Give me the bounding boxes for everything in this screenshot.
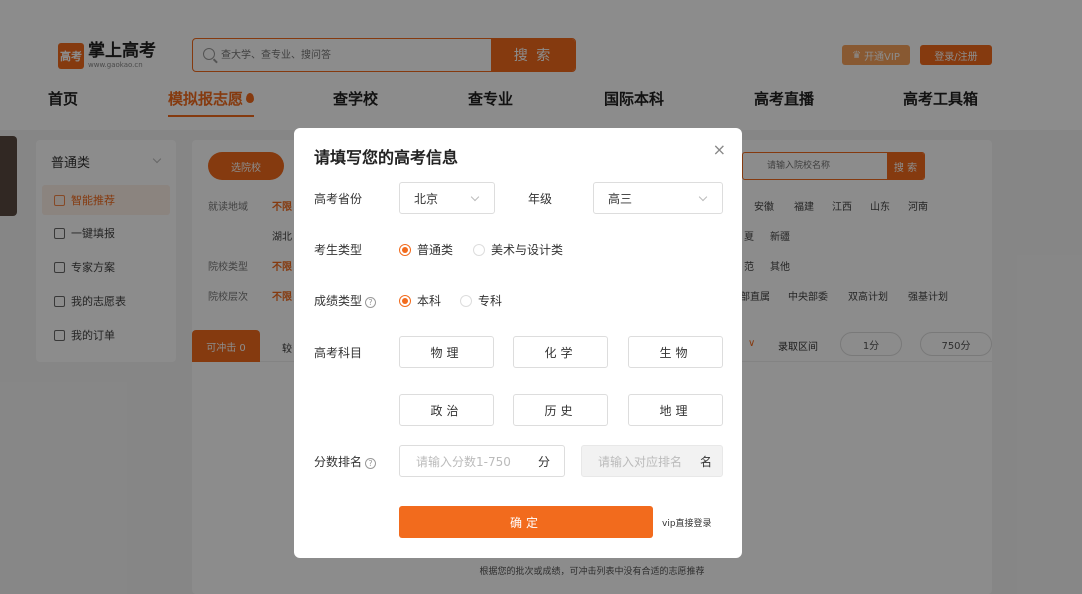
radio-label: 专科 (478, 294, 503, 308)
radio-checked-icon (399, 243, 411, 256)
province-value: 北京 (414, 191, 439, 206)
radio-label: 本科 (417, 294, 442, 308)
subject-biology[interactable]: 生物 (628, 336, 723, 368)
help-icon[interactable]: ? (365, 458, 377, 469)
student-type-radio-art[interactable]: 美术与设计类 (473, 241, 563, 258)
province-label: 高考省份 (314, 192, 363, 206)
modal-title: 请填写您的高考信息 (314, 148, 459, 167)
subject-chemistry[interactable]: 化学 (513, 336, 608, 368)
subjects-label: 高考科目 (314, 346, 363, 360)
radio-label: 美术与设计类 (491, 243, 564, 257)
vip-login-link[interactable]: vip直接登录 (662, 516, 712, 529)
subject-history[interactable]: 历史 (513, 394, 608, 426)
score-placeholder: 请输入分数1-750 (416, 454, 511, 469)
rank-input[interactable]: 请输入对应排名 名 (581, 445, 723, 477)
score-type-radio-bachelor[interactable]: 本科 (399, 292, 441, 309)
score-type-label-text: 成绩类型 (314, 294, 363, 308)
chevron-down-icon (698, 192, 708, 202)
chevron-down-icon (470, 192, 480, 202)
radio-checked-icon (399, 294, 411, 307)
rank-label-text: 分数排名 (314, 455, 363, 469)
subject-physics[interactable]: 物理 (399, 336, 494, 368)
close-icon[interactable]: × (713, 140, 726, 159)
radio-label: 普通类 (417, 243, 454, 257)
grade-value: 高三 (608, 191, 633, 206)
student-type-radio-normal[interactable]: 普通类 (399, 241, 453, 258)
radio-unchecked-icon (473, 243, 485, 256)
rank-label: 分数排名? (314, 453, 377, 470)
grade-select[interactable]: 高三 (593, 182, 723, 214)
radio-unchecked-icon (460, 294, 472, 307)
student-type-label: 考生类型 (314, 243, 363, 257)
subject-politics[interactable]: 政治 (399, 394, 494, 426)
rank-unit: 名 (699, 454, 712, 469)
score-unit: 分 (537, 454, 550, 469)
score-info-modal: 请填写您的高考信息 × 高考省份 北京 年级 高三 考生类型 普通类 美术与设计… (294, 128, 742, 558)
score-type-radio-college[interactable]: 专科 (460, 292, 502, 309)
province-select[interactable]: 北京 (399, 182, 495, 214)
score-input[interactable]: 请输入分数1-750 分 (399, 445, 565, 477)
score-type-label: 成绩类型? (314, 292, 377, 309)
confirm-button[interactable]: 确定 (399, 506, 653, 538)
subject-geography[interactable]: 地理 (628, 394, 723, 426)
grade-label: 年级 (528, 192, 553, 206)
rank-placeholder: 请输入对应排名 (598, 454, 683, 469)
help-icon[interactable]: ? (365, 297, 377, 308)
